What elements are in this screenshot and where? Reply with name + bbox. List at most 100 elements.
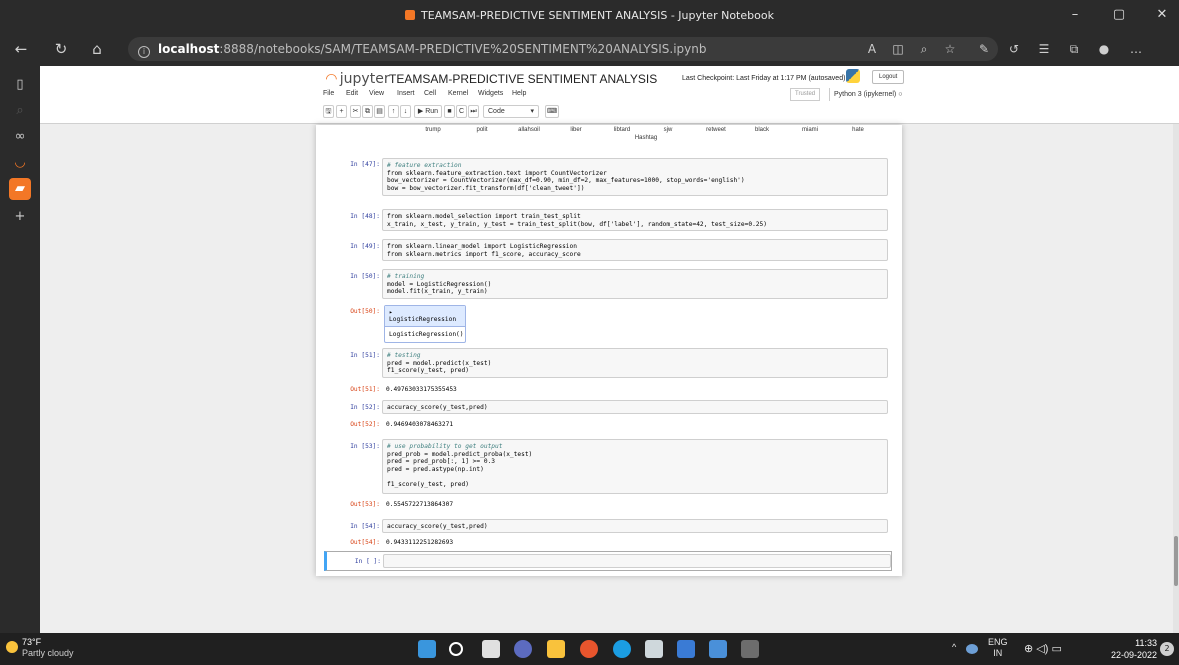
onedrive-icon[interactable] [966,644,978,654]
trusted-badge[interactable]: Trusted [790,88,821,101]
input-prompt: In [48]: [350,213,380,220]
language-indicator[interactable]: ENG IN [988,637,1008,659]
infinity-app-icon[interactable] [709,640,727,658]
browser-refresh-ext-icon[interactable]: ↺ [1004,40,1024,58]
menu-insert[interactable]: Insert [397,90,415,97]
network-volume-battery-icons[interactable]: ⊕ ◁) ▭ [1024,642,1062,655]
chevron-down-icon: ▾ [530,108,534,115]
infinity-tab-icon[interactable]: ∞ [9,126,31,148]
insert-cell-icon[interactable]: + [336,105,347,118]
close-button[interactable]: ✕ [1148,5,1176,25]
minimize-button[interactable]: – [1061,5,1089,25]
stop-icon[interactable]: ■ [444,105,455,118]
task-view-icon[interactable] [482,640,500,658]
menu-kernel[interactable]: Kernel [448,90,468,97]
active-code-cell[interactable]: In [ ]: [324,551,892,571]
restart-icon[interactable]: C [456,105,467,118]
code-cell-51[interactable]: # testing pred = model.predict(x_test) f… [382,348,888,378]
collections-icon[interactable]: ⧉ [1064,40,1084,58]
refresh-icon[interactable]: ↻ [50,40,72,58]
estimator-widget[interactable]: ▸ LogisticRegression LogisticRegression(… [384,305,466,343]
output-prompt: Out[53]: [350,501,380,508]
tab-actions-icon[interactable]: ▯ [9,74,31,96]
start-windows-icon[interactable] [418,640,436,658]
notepad-icon[interactable] [677,640,695,658]
favorites-icon[interactable]: ☰ [1034,40,1054,58]
code-cell-50[interactable]: # training model = LogisticRegression() … [382,269,888,299]
search-icon[interactable] [449,642,463,656]
keyboard-icon[interactable]: ⌨ [545,105,559,118]
code-line: accuracy_score(y_test,pred) [387,404,488,411]
code-cell-48[interactable]: from sklearn.model_selection import trai… [382,209,888,231]
move-down-icon[interactable]: ↓ [400,105,411,118]
menu-view[interactable]: View [369,90,384,97]
search-tab-icon[interactable]: ⌕ [9,100,31,122]
scrollbar-thumb[interactable] [1174,536,1178,586]
vertical-tabs-sidebar: ▯ ⌕ ∞ ◡ ▰ + [0,66,40,633]
clock-time: 11:33 [1135,638,1157,648]
zoom-icon[interactable]: ⌕ [914,40,934,58]
code-cell-49[interactable]: from sklearn.linear_model import Logisti… [382,239,888,261]
profile-avatar-icon[interactable]: ● [1094,40,1114,58]
copy-icon[interactable]: ⧉ [362,105,373,118]
code-input[interactable] [383,554,891,568]
notification-badge[interactable]: 2 [1160,642,1174,656]
split-screen-icon[interactable]: ◫ [888,40,908,58]
extension-icon[interactable]: ✎ [974,40,994,58]
menu-edit[interactable]: Edit [346,90,358,97]
new-tab-icon[interactable]: + [9,206,31,228]
clock[interactable]: 11:33 22-09-2022 [1101,637,1157,661]
menu-widgets[interactable]: Widgets [478,90,503,97]
code-cell-47[interactable]: # feature extraction from sklearn.featur… [382,158,888,196]
back-icon[interactable]: ← [10,40,32,58]
jupyter-logo[interactable]: ◠ jupyter [326,71,390,87]
chat-icon[interactable] [514,640,532,658]
python-logo-icon [846,69,860,83]
run-button[interactable]: ▶ Run [414,105,442,118]
site-info-icon[interactable]: i [138,46,150,58]
save-icon[interactable]: 🖫 [323,105,334,118]
jupyter-logo-icon: ◠ [326,71,337,87]
url-host: localhost [158,42,220,56]
weather-sun-icon[interactable] [6,641,18,653]
code-line: from sklearn.metrics import f1_score, ac… [387,250,581,258]
url-path: :8888/notebooks/SAM/TEAMSAM-PREDICTIVE%2… [219,42,707,56]
cut-icon[interactable]: ✂ [350,105,361,118]
logout-button[interactable]: Logout [872,70,905,84]
estimator-toggle[interactable]: ▸ LogisticRegression [385,306,465,327]
cell-type-select[interactable]: Code ▾ [483,105,539,118]
notebook-title[interactable]: TEAMSAM-PREDICTIVE SENTIMENT ANALYSIS [389,72,657,86]
favorite-star-icon[interactable]: ☆ [940,40,960,58]
jupyter-tab-icon[interactable]: ◡ [9,152,31,174]
menu-cell[interactable]: Cell [424,90,436,97]
menu-file[interactable]: File [323,90,334,97]
notebook-toolbar: 🖫 + ✂ ⧉ ▤ ↑ ↓ ▶ Run ■ C ⏭ Code ▾ ⌨ [317,105,901,119]
jupyter-favicon-icon [405,10,416,20]
file-explorer-icon[interactable] [547,640,565,658]
code-line: bow_vectorizer = CountVectorizer(max_df=… [387,177,745,185]
edge-icon[interactable] [613,640,631,658]
code-cell-53[interactable]: # use probability to get output pred_pro… [382,439,888,494]
move-up-icon[interactable]: ↑ [388,105,399,118]
terminal-icon[interactable] [741,640,759,658]
menu-help[interactable]: Help [512,90,526,97]
weather-widget[interactable]: 73°F Partly cloudy [22,637,74,659]
input-prompt: In [49]: [350,243,380,250]
home-icon[interactable]: ⌂ [86,40,108,58]
code-line: from sklearn.feature_extraction.text imp… [387,169,607,177]
kernel-indicator[interactable]: Python 3 (ipykernel) ○ [829,88,906,101]
paste-icon[interactable]: ▤ [374,105,385,118]
restore-button[interactable]: ▢ [1105,5,1133,25]
firefox-icon[interactable] [580,640,598,658]
page-scrollbar[interactable] [1173,124,1179,633]
active-jupyter-tab-icon[interactable]: ▰ [9,178,31,200]
more-icon[interactable]: … [1126,40,1146,58]
restart-run-all-icon[interactable]: ⏭ [468,105,479,118]
input-prompt: In [47]: [350,161,380,168]
code-cell-54[interactable]: accuracy_score(y_test,pred) [382,519,888,533]
snipping-tool-icon[interactable] [645,640,663,658]
read-aloud-icon[interactable]: A [862,40,882,58]
weather-condition: Partly cloudy [22,648,74,658]
tray-overflow-icon[interactable]: ^ [952,642,956,652]
code-cell-52[interactable]: accuracy_score(y_test,pred) [382,400,888,414]
